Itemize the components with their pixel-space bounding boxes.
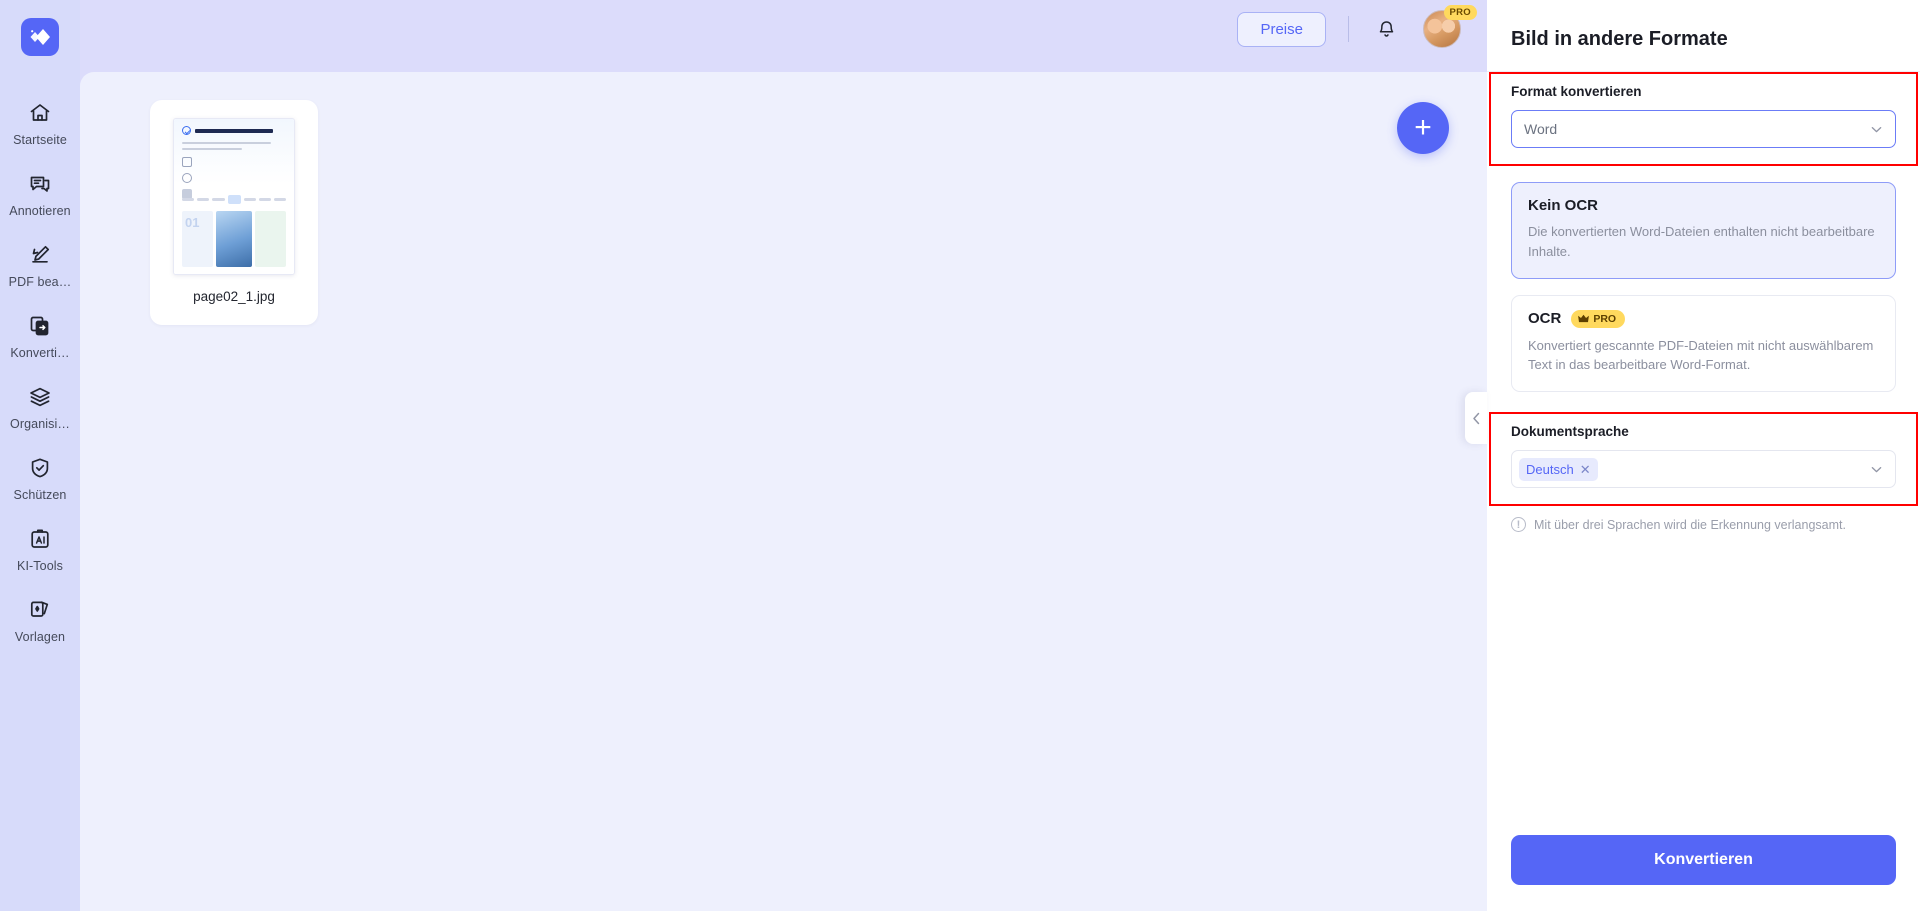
sidebar-item-vorlagen[interactable]: Vorlagen <box>0 595 80 644</box>
thumbnail-heading <box>182 126 286 135</box>
check-circle-icon <box>182 126 191 135</box>
thumbnail-figure <box>182 211 286 267</box>
ocr-option-ocr[interactable]: OCR PRO Konvertiert gescannte PDF-Dateie… <box>1511 294 1896 392</box>
sidebar-item-label: Konverti… <box>10 346 70 360</box>
convert-files-icon <box>28 311 52 341</box>
language-section-label: Dokumentsprache <box>1511 424 1629 439</box>
chevron-down-icon <box>1871 466 1882 472</box>
sidebar-item-label: Vorlagen <box>14 630 66 644</box>
file-card[interactable]: page02_1.jpg <box>150 100 318 325</box>
format-select-value: Word <box>1524 121 1558 137</box>
chevron-left-icon <box>1472 412 1479 424</box>
language-section: Dokumentsprache Deutsch ✕ <box>1489 412 1918 506</box>
sidebar-item-annotieren[interactable]: Annotieren <box>0 169 80 218</box>
pro-badge: PRO <box>1443 5 1477 20</box>
sidebar-item-schuetzen[interactable]: Schützen <box>0 453 80 502</box>
sidebar-item-label: Schützen <box>13 488 67 502</box>
main-area: Preise PRO 01 page02_1.jpg + <box>80 0 1487 911</box>
shield-check-icon <box>28 453 52 483</box>
sidebar-item-label: KI-Tools <box>17 559 63 573</box>
language-hint-text: Mit über drei Sprachen wird die Erkennun… <box>1534 517 1846 532</box>
layers-icon <box>28 382 52 412</box>
cards-template-icon <box>28 595 52 625</box>
option-title: Kein OCR <box>1528 197 1599 214</box>
sidebar-item-label: Annotieren <box>9 204 71 218</box>
sidebar-item-startseite[interactable]: Startseite <box>0 98 80 147</box>
sidebar-item-pdf-bearbeiten[interactable]: PDF bea… <box>0 240 80 289</box>
option-title: OCR <box>1528 310 1562 327</box>
option-header: Kein OCR <box>1528 197 1879 214</box>
file-canvas: page02_1.jpg + <box>80 72 1487 911</box>
plus-icon: + <box>1414 111 1432 144</box>
sidebar-item-label: PDF bea… <box>8 275 72 289</box>
diamond-sparkle-logo-icon <box>30 29 50 45</box>
pro-badge-label: PRO <box>1593 312 1617 325</box>
sidebar-item-label: Startseite <box>13 133 67 147</box>
format-section-label: Format konvertieren <box>1511 84 1642 99</box>
user-menu[interactable]: PRO <box>1423 5 1477 48</box>
thumbnail-toolbar-strip <box>182 192 287 206</box>
info-exclamation-icon: ! <box>1511 517 1526 532</box>
sidebar-item-ki-tools[interactable]: KI-Tools <box>0 524 80 573</box>
panel-footer: Konvertieren <box>1487 835 1920 911</box>
option-header: OCR PRO <box>1528 309 1879 328</box>
sidebar-item-organisieren[interactable]: Organisi… <box>0 382 80 431</box>
format-section: Format konvertieren Word <box>1489 72 1918 166</box>
format-select[interactable]: Word <box>1511 110 1896 148</box>
language-hint: ! Mit über drei Sprachen wird die Erkenn… <box>1487 506 1920 532</box>
language-select[interactable]: Deutsch ✕ <box>1511 450 1896 488</box>
left-sidebar: Startseite Annotieren PDF bea… Konverti…… <box>0 0 80 911</box>
panel-body: Format konvertieren Word Kein OCR Die ko… <box>1487 72 1920 835</box>
app-root: Startseite Annotieren PDF bea… Konverti…… <box>0 0 1920 911</box>
panel-collapse-handle[interactable] <box>1465 392 1487 444</box>
pricing-button[interactable]: Preise <box>1237 11 1326 47</box>
sidebar-item-label: Organisi… <box>10 417 70 431</box>
add-file-button[interactable]: + <box>1397 102 1449 154</box>
option-description: Die konvertierten Word-Dateien enthalten… <box>1528 224 1875 259</box>
ai-clipboard-icon <box>28 524 52 554</box>
top-header: Preise PRO <box>80 0 1487 58</box>
pro-badge: PRO <box>1571 309 1626 328</box>
pencil-edit-icon <box>28 240 52 270</box>
sidebar-item-konvertieren[interactable]: Konverti… <box>0 311 80 360</box>
ocr-option-kein-ocr[interactable]: Kein OCR Die konvertierten Word-Dateien … <box>1511 182 1896 279</box>
comment-icon <box>28 169 52 199</box>
language-chip[interactable]: Deutsch ✕ <box>1519 457 1598 481</box>
app-logo[interactable] <box>21 18 59 56</box>
chevron-down-icon <box>1871 126 1882 132</box>
file-thumbnail <box>173 118 295 275</box>
language-chip-label: Deutsch <box>1526 461 1574 477</box>
page-title: Bild in andere Formate <box>1487 0 1920 72</box>
header-divider <box>1348 16 1349 42</box>
option-description: Konvertiert gescannte PDF-Dateien mit ni… <box>1528 337 1874 373</box>
convert-button[interactable]: Konvertieren <box>1511 835 1896 885</box>
close-icon[interactable]: ✕ <box>1580 463 1591 476</box>
file-name: page02_1.jpg <box>193 289 275 304</box>
home-icon <box>28 98 52 128</box>
thumbnail-page-preview <box>174 119 294 274</box>
notification-bell-icon[interactable] <box>1371 14 1401 44</box>
conversion-panel: Bild in andere Formate Format konvertier… <box>1465 0 1920 911</box>
crown-icon <box>1578 314 1590 323</box>
